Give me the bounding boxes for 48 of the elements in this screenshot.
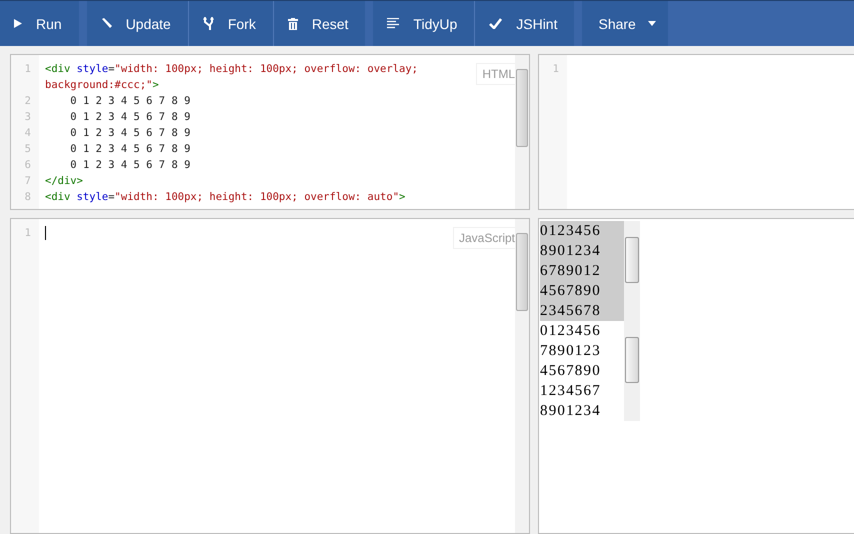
scrollbar[interactable] — [624, 221, 640, 321]
toolbar-button[interactable]: JSHint — [475, 1, 574, 46]
text-cursor — [45, 226, 46, 240]
line-number: 5 — [24, 142, 32, 157]
digit-row-text: 0123456 — [540, 322, 602, 341]
digit-row-text: 6789012 — [540, 262, 602, 281]
line-number: 7 — [24, 174, 32, 189]
line-number: 2 — [24, 94, 32, 109]
toolbar-button[interactable]: Update — [86, 1, 188, 46]
toolbar-button[interactable]: Reset — [274, 1, 366, 46]
scrollbar[interactable] — [515, 219, 529, 533]
code-line: 0 1 2 3 4 5 6 7 8 9 — [69, 158, 190, 173]
trash-icon — [288, 18, 298, 30]
toolbar-button[interactable]: Share — [582, 1, 668, 46]
code-line: </div> — [44, 174, 83, 189]
fork-icon — [202, 17, 214, 30]
code-line: 0 1 2 3 4 5 6 7 8 9 — [69, 142, 190, 157]
toolbar-button[interactable]: TidyUp — [373, 1, 474, 46]
line-number: 8 — [24, 190, 32, 205]
check-icon — [489, 18, 502, 29]
toolbar-button[interactable]: Fork — [188, 1, 273, 46]
code-line: 0 1 2 3 4 5 6 7 8 9 — [69, 126, 190, 141]
digit-row-text: 4567890 — [540, 362, 602, 381]
digit-row-text: 8901234 — [540, 402, 602, 421]
code-line: 0 1 2 3 4 5 6 7 8 9 — [69, 110, 190, 125]
code-line: <div style="width: 100px; height: 100px; overflow: auto"> — [44, 190, 406, 205]
play-icon — [14, 19, 22, 28]
digit-row-text: 8901234 — [540, 242, 602, 261]
line-number: 1 — [24, 226, 32, 241]
line-number: 4 — [24, 126, 32, 141]
toolbar-button[interactable]: Run — [0, 1, 79, 46]
digit-row-text: 7890123 — [540, 342, 602, 361]
code-line: 0 1 2 3 4 5 6 7 8 9 — [69, 94, 190, 109]
line-number: 1 — [552, 62, 560, 77]
html-editor[interactable] — [10, 54, 530, 210]
caret-icon — [648, 21, 656, 26]
pencil-icon — [100, 18, 112, 29]
line-number: 1 — [24, 62, 32, 77]
lines-icon — [387, 18, 400, 29]
digit-row-text: 0123456 — [540, 222, 602, 241]
scrollbar[interactable] — [515, 55, 529, 209]
digit-row-text: 4567890 — [540, 282, 602, 301]
digit-row-text: 1234567 — [540, 382, 602, 401]
line-number: 3 — [24, 110, 32, 125]
scrollbar[interactable] — [624, 321, 640, 421]
code-line: <div style="width: 100px; height: 100px; overflow: overlay; background:#ccc;"> — [44, 62, 419, 93]
digit-row-text: 2345678 — [540, 302, 602, 321]
line-number: 6 — [24, 158, 32, 173]
